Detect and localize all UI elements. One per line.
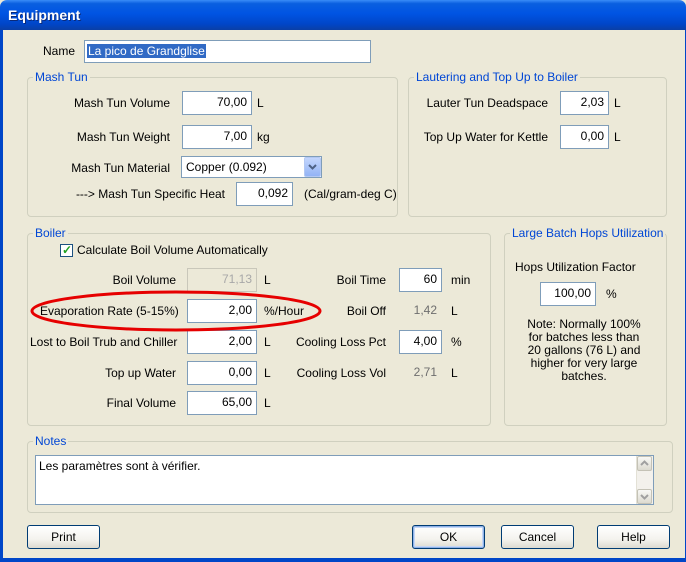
boiler-legend: Boiler — [33, 226, 68, 240]
mash-tun-material-select[interactable]: Copper (0.092) — [181, 156, 322, 178]
cancel-button[interactable]: Cancel — [501, 525, 574, 549]
notes-legend: Notes — [33, 434, 69, 448]
hops-factor-field[interactable]: 100,00 — [540, 282, 596, 306]
cooling-loss-vol-value: 2,71 — [399, 361, 442, 385]
mash-tun-weight-unit: kg — [257, 130, 270, 144]
hops-legend: Large Batch Hops Utilization — [510, 226, 666, 240]
name-field[interactable]: La pico de Grandglise — [84, 40, 371, 63]
cooling-loss-pct-unit: % — [451, 335, 462, 349]
chevron-down-icon[interactable] — [304, 157, 321, 177]
top-up-water-unit: L — [264, 366, 271, 380]
top-up-kettle-label: Top Up Water for Kettle — [423, 130, 548, 144]
lauter-deadspace-field[interactable]: 2,03 — [560, 91, 609, 115]
name-value: La pico de Grandglise — [87, 44, 206, 58]
mash-tun-material-value: Copper (0.092) — [186, 160, 267, 174]
highlight-ellipse — [30, 290, 322, 332]
checkmark-icon: ✓ — [62, 243, 73, 257]
name-label: Name — [43, 44, 76, 58]
window-title: Equipment — [8, 7, 81, 23]
top-up-water-label: Top up Water — [105, 366, 176, 380]
boil-volume-label: Boil Volume — [112, 273, 176, 287]
hops-note: Note: Normally 100% for batches less tha… — [512, 318, 656, 383]
final-volume-label: Final Volume — [106, 396, 176, 410]
cooling-loss-vol-label: Cooling Loss Vol — [296, 366, 386, 380]
scroll-up-button[interactable] — [637, 456, 652, 471]
top-up-kettle-unit: L — [614, 130, 621, 144]
mash-tun-legend: Mash Tun — [33, 70, 90, 84]
specific-heat-unit: (Cal/gram-deg C) — [304, 187, 397, 201]
calc-boil-volume-checkbox[interactable]: ✓ — [60, 243, 73, 257]
lautering-legend: Lautering and Top Up to Boiler — [414, 70, 580, 84]
hops-factor-unit: % — [606, 287, 617, 301]
hops-note-line: batches. — [561, 369, 607, 383]
scroll-down-button[interactable] — [637, 489, 652, 504]
boil-volume-unit: L — [264, 273, 271, 287]
final-volume-unit: L — [264, 396, 271, 410]
lost-trub-unit: L — [264, 335, 271, 349]
specific-heat-field[interactable]: 0,092 — [236, 182, 293, 206]
cooling-loss-vol-unit: L — [451, 366, 458, 380]
mash-tun-volume-field[interactable]: 70,00 — [182, 91, 252, 115]
final-volume-field[interactable]: 65,00 — [187, 391, 257, 415]
lauter-deadspace-unit: L — [614, 96, 621, 110]
top-up-water-field[interactable]: 0,00 — [187, 361, 257, 385]
lost-trub-label: Lost to Boil Trub and Chiller — [30, 335, 178, 349]
top-up-kettle-field[interactable]: 0,00 — [560, 125, 609, 149]
cooling-loss-pct-field[interactable]: 4,00 — [399, 330, 442, 354]
calc-boil-volume-label: Calculate Boil Volume Automatically — [77, 243, 268, 257]
boil-time-label: Boil Time — [336, 273, 386, 287]
specific-heat-label: ---> Mash Tun Specific Heat — [75, 187, 225, 201]
ok-button[interactable]: OK — [412, 525, 485, 549]
boil-time-unit: min — [451, 273, 471, 287]
boil-off-unit: L — [451, 304, 458, 318]
mash-tun-weight-field[interactable]: 7,00 — [182, 125, 252, 149]
chevron-up-icon — [640, 460, 649, 466]
print-button[interactable]: Print — [27, 525, 100, 549]
notes-textarea[interactable]: Les paramètres sont à vérifier. — [35, 455, 654, 505]
title-bar — [0, 0, 686, 30]
mash-tun-weight-label: Mash Tun Weight — [76, 130, 170, 144]
notes-scrollbar[interactable] — [636, 456, 653, 504]
boil-off-value: 1,42 — [399, 299, 442, 323]
mash-tun-material-label: Mash Tun Material — [71, 161, 170, 175]
lauter-deadspace-label: Lauter Tun Deadspace — [426, 96, 548, 110]
boil-time-field[interactable]: 60 — [399, 268, 442, 292]
chevron-down-icon — [640, 494, 649, 500]
hops-factor-label: Hops Utilization Factor — [515, 260, 636, 274]
mash-tun-volume-label: Mash Tun Volume — [73, 96, 170, 110]
notes-text: Les paramètres sont à vérifier. — [39, 459, 201, 473]
cooling-loss-pct-label: Cooling Loss Pct — [295, 335, 386, 349]
mash-tun-volume-unit: L — [257, 96, 264, 110]
help-button[interactable]: Help — [597, 525, 670, 549]
